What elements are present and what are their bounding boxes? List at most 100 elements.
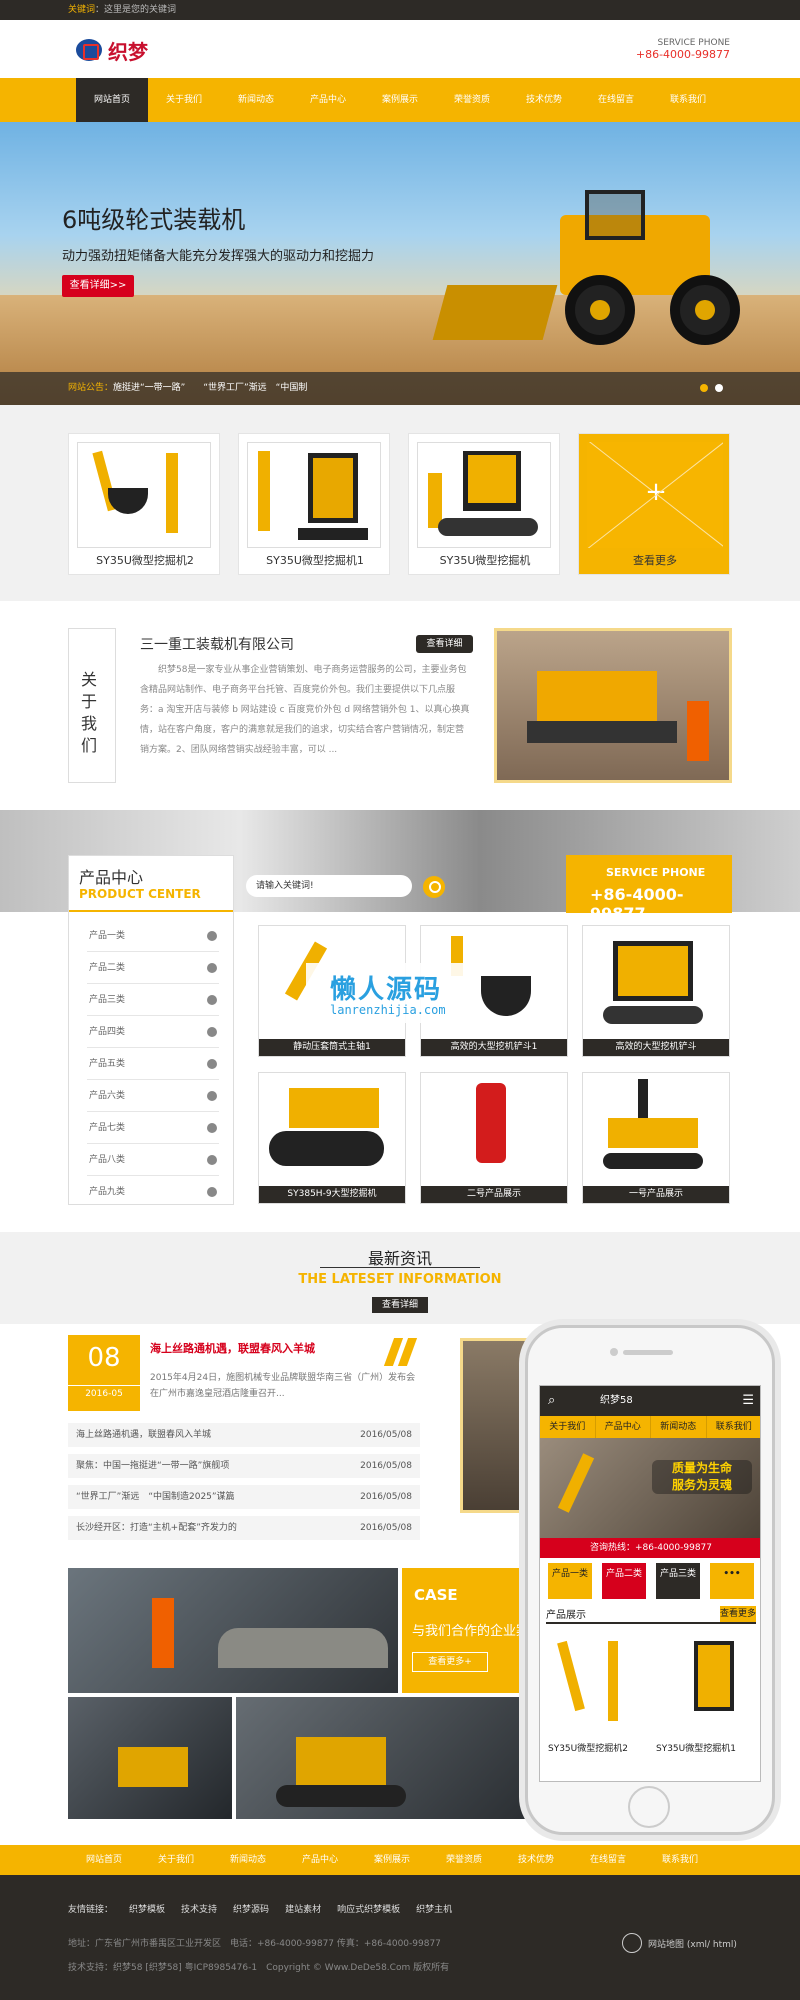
footer-nav-item[interactable]: 在线留言 — [572, 1845, 644, 1875]
arrow-icon — [207, 1123, 217, 1133]
category-item[interactable]: 产品七类 — [87, 1112, 219, 1144]
product-tile[interactable]: 一号产品展示 — [582, 1072, 730, 1204]
friend-link[interactable]: 织梦源码 — [233, 1902, 269, 1915]
friend-link[interactable]: 响应式织梦模板 — [337, 1902, 400, 1915]
mobile-product-image[interactable] — [654, 1631, 754, 1736]
news-list-item[interactable]: “世界工厂”渐远 “中国制造2025”谋篇 2016/05/08 — [68, 1485, 420, 1509]
friend-link[interactable]: 技术支持 — [181, 1902, 217, 1915]
nav-item-tech[interactable]: 技术优势 — [508, 78, 580, 122]
case-photo[interactable] — [236, 1697, 532, 1819]
site-logo[interactable]: 织梦 — [76, 36, 148, 64]
product-image — [417, 442, 551, 548]
friend-link[interactable]: 织梦模板 — [129, 1902, 165, 1915]
news-more-button[interactable]: 查看详细 — [372, 1297, 428, 1313]
notice-text[interactable]: 施挺进“一带一路” “世界工厂”渐远 “中国制 — [113, 383, 307, 393]
search-icon[interactable]: ⌕ — [548, 1386, 555, 1416]
category-item[interactable]: 产品六类 — [87, 1080, 219, 1112]
friend-link[interactable]: 建站素材 — [285, 1902, 321, 1915]
search-input[interactable]: 请输入关键词! — [246, 875, 412, 897]
title-underline — [69, 910, 233, 912]
mobile-section-more[interactable]: 查看更多 — [720, 1606, 756, 1622]
menu-icon[interactable]: ☰ — [742, 1386, 754, 1416]
category-item[interactable]: 产品八类 — [87, 1144, 219, 1176]
nav-item-about[interactable]: 关于我们 — [148, 78, 220, 122]
news-list-item[interactable]: 海上丝路通机遇，联盟春风入羊城 2016/05/08 — [68, 1423, 420, 1447]
footer-nav-item[interactable]: 网站首页 — [68, 1845, 140, 1875]
view-more-card[interactable]: + 查看更多 — [578, 433, 730, 575]
service-phone: SERVICE PHONE +86-4000-99877 — [636, 38, 730, 61]
nav-item-home[interactable]: 网站首页 — [76, 78, 148, 122]
product-caption: SY35U微型挖掘机 — [439, 554, 531, 567]
sitemap-link[interactable]: 网站地图 (xml/ html) — [622, 1933, 737, 1953]
mobile-category[interactable]: 产品二类 — [602, 1563, 646, 1599]
mobile-product-caption: SY35U微型挖掘机2 — [548, 1744, 628, 1754]
home-button-icon — [628, 1786, 670, 1828]
category-item[interactable]: 产品五类 — [87, 1048, 219, 1080]
category-item[interactable]: 产品四类 — [87, 1016, 219, 1048]
case-text: 与我们合作的企业案 — [412, 1624, 530, 1639]
footer-nav-item[interactable]: 技术优势 — [500, 1845, 572, 1875]
friend-link[interactable]: 织梦主机 — [416, 1902, 452, 1915]
phone-number: +86-4000-99877 — [590, 885, 684, 923]
about-vertical-label: 关于我们 — [68, 628, 116, 783]
category-sidebar: 产品中心 PRODUCT CENTER 产品一类 产品二类 产品三类 产品四类 … — [68, 855, 234, 1205]
product-tile[interactable]: 二号产品展示 — [420, 1072, 568, 1204]
nav-item-news[interactable]: 新闻动态 — [220, 78, 292, 122]
case-panel: CASE 与我们合作的企业案 查看更多+ — [402, 1568, 532, 1693]
mobile-nav-item[interactable]: 联系我们 — [707, 1416, 761, 1438]
slider-dot[interactable] — [715, 384, 723, 392]
mobile-product-image[interactable] — [546, 1631, 646, 1736]
nav-item-honors[interactable]: 荣誉资质 — [436, 78, 508, 122]
date-day: 08 — [87, 1343, 121, 1373]
product-card[interactable]: SY35U微型挖掘机1 — [238, 433, 390, 575]
category-item[interactable]: 产品二类 — [87, 952, 219, 984]
featured-news-title[interactable]: 海上丝路通机遇，联盟春风入羊城 — [150, 1340, 315, 1356]
category-item[interactable]: 产品一类 — [87, 920, 219, 952]
friend-links: 友情链接： 织梦模板 技术支持 织梦源码 建站素材 响应式织梦模板 织梦主机 — [68, 1902, 452, 1915]
arrow-icon — [207, 1155, 217, 1165]
footer-nav-item[interactable]: 案例展示 — [356, 1845, 428, 1875]
banner-detail-button[interactable]: 查看详细>> — [62, 275, 134, 297]
sitemap-text: 网站地图 (xml/ html) — [648, 1939, 737, 1950]
product-card[interactable]: SY35U微型挖掘机 — [408, 433, 560, 575]
mobile-category[interactable]: 产品一类 — [548, 1563, 592, 1599]
notice-label: 网站公告： — [68, 383, 114, 393]
footer-nav-item[interactable]: 产品中心 — [284, 1845, 356, 1875]
mobile-hotline[interactable]: 咨询热线：+86-4000-99877 — [540, 1538, 760, 1558]
footer-nav-item[interactable]: 关于我们 — [140, 1845, 212, 1875]
news-list-item[interactable]: 长沙经开区：打造“主机+配套”齐发力的 2016/05/08 — [68, 1516, 420, 1540]
keyword-label: 关键词 — [68, 5, 96, 15]
mobile-nav-item[interactable]: 产品中心 — [596, 1416, 651, 1438]
mobile-section-title: 产品展示 — [546, 1610, 586, 1621]
mobile-nav: 关于我们 产品中心 新闻动态 联系我们 — [540, 1416, 761, 1438]
logo-icon — [76, 39, 102, 61]
arrow-icon — [207, 1027, 217, 1037]
mobile-nav-item[interactable]: 关于我们 — [540, 1416, 596, 1438]
search-icon[interactable] — [423, 876, 445, 898]
nav-item-message[interactable]: 在线留言 — [580, 78, 652, 122]
nav-item-contact[interactable]: 联系我们 — [652, 78, 724, 122]
news-list-item[interactable]: 聚焦：中国一拖挺进“一带一路”旗舰项 2016/05/08 — [68, 1454, 420, 1478]
footer-address: 地址：广东省广州市番禺区工业开发区 电话：+86-4000-99877 传真：+… — [68, 1939, 441, 1949]
sitemap-icon — [622, 1933, 642, 1953]
footer-nav-item[interactable]: 新闻动态 — [212, 1845, 284, 1875]
watermark-en: lanrenzhijia.com — [330, 1003, 446, 1017]
product-tile[interactable]: SY385H-9大型挖掘机 — [258, 1072, 406, 1204]
footer-nav-item[interactable]: 联系我们 — [644, 1845, 716, 1875]
more-icon[interactable]: ••• — [710, 1563, 754, 1599]
category-item[interactable]: 产品九类 — [87, 1176, 219, 1208]
about-more-button[interactable]: 查看详细 — [416, 635, 473, 653]
case-photo[interactable] — [68, 1697, 232, 1819]
category-item[interactable]: 产品三类 — [87, 984, 219, 1016]
case-more-button[interactable]: 查看更多+ — [412, 1652, 488, 1672]
case-photo[interactable] — [68, 1568, 398, 1693]
nav-item-products[interactable]: 产品中心 — [292, 78, 364, 122]
header: 织梦 SERVICE PHONE +86-4000-99877 — [0, 20, 800, 78]
product-card[interactable]: SY35U微型挖掘机2 — [68, 433, 220, 575]
slider-dot-active[interactable] — [700, 384, 708, 392]
nav-item-cases[interactable]: 案例展示 — [364, 78, 436, 122]
mobile-category[interactable]: 产品三类 — [656, 1563, 700, 1599]
product-tile[interactable]: 高效的大型挖机铲斗 — [582, 925, 730, 1057]
mobile-nav-item[interactable]: 新闻动态 — [651, 1416, 707, 1438]
footer-nav-item[interactable]: 荣誉资质 — [428, 1845, 500, 1875]
